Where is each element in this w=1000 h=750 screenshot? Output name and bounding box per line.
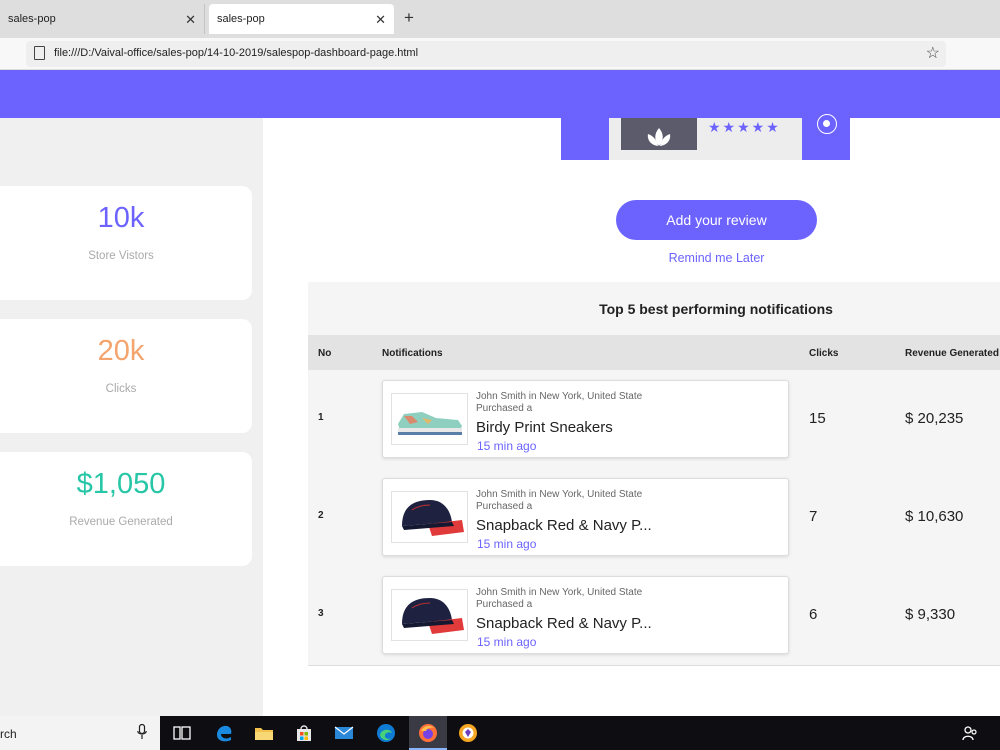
section-title: Top 5 best performing notifications (599, 301, 833, 317)
notification-product: Snapback Red & Navy P... (476, 615, 652, 632)
table-row: 3 John Smith in New York, United State P… (308, 566, 1000, 664)
header-revenue: Revenue Generated (905, 348, 999, 359)
lotus-logo-icon (621, 118, 697, 150)
tab-close-icon[interactable]: ✕ (375, 12, 386, 28)
radio-dot-icon (817, 114, 837, 134)
page-icon (34, 46, 45, 60)
notification-product: Snapback Red & Navy P... (476, 517, 652, 534)
address-bar: file:///D:/Vaival-office/sales-pop/14-10… (0, 38, 1000, 70)
tab-label: sales-pop (8, 13, 56, 25)
notification-customer: John Smith in New York, United State (476, 489, 643, 500)
remind-later-link[interactable]: Remind me Later (616, 251, 817, 265)
row-clicks: 6 (809, 606, 818, 623)
notification-card[interactable]: John Smith in New York, United State Pur… (382, 576, 789, 654)
firefox-icon[interactable] (418, 723, 438, 743)
microphone-icon[interactable] (137, 724, 147, 740)
add-review-button[interactable]: Add your review (616, 200, 817, 240)
review-illustration: ★★★★★ (561, 114, 850, 160)
stat-label: Revenue Generated (69, 516, 173, 528)
row-revenue: $ 10,630 (905, 508, 964, 525)
row-revenue: $ 9,330 (905, 606, 956, 623)
notification-product: Birdy Print Sneakers (476, 419, 613, 436)
row-number: 3 (318, 608, 324, 619)
tab-label: sales-pop (217, 13, 265, 25)
mail-icon[interactable] (334, 723, 354, 743)
edge-chromium-icon[interactable] (376, 723, 396, 743)
main-content: ★★★★★ Add your review Remind me Later To… (263, 114, 1000, 716)
store-icon[interactable] (294, 723, 314, 743)
header-clicks: Clicks (809, 348, 839, 359)
notification-time: 15 min ago (477, 439, 537, 453)
stat-card-visitors: 10k Store Vistors (0, 186, 252, 300)
header-notifications: Notifications (382, 348, 443, 359)
stat-label: Store Vistors (88, 250, 154, 262)
new-tab-button[interactable]: + (404, 8, 414, 28)
bookmark-star-icon[interactable]: ☆ (926, 43, 940, 63)
notification-time: 15 min ago (477, 635, 537, 649)
tab-sales-pop-2[interactable]: sales-pop ✕ (209, 4, 394, 34)
task-view-icon[interactable] (172, 723, 192, 743)
header-no: No (318, 348, 332, 359)
sneaker-image-icon (391, 393, 468, 445)
url-field[interactable]: file:///D:/Vaival-office/sales-pop/14-10… (26, 41, 946, 67)
row-revenue: $ 20,235 (905, 410, 964, 427)
top-notifications-section: Top 5 best performing notifications No N… (308, 282, 1000, 666)
taskbar: rch (0, 716, 1000, 750)
table-header: No Notifications Clicks Revenue Generate… (308, 335, 1000, 370)
stats-panel: 10k Store Vistors 20k Clicks $1,050 Reve… (0, 118, 263, 716)
stat-value: 20k (97, 335, 145, 367)
taskbar-search[interactable]: rch (0, 716, 160, 750)
file-explorer-icon[interactable] (254, 723, 274, 743)
stat-value: 10k (97, 202, 145, 234)
tab-close-icon[interactable]: ✕ (185, 12, 196, 28)
notification-action: Purchased a (476, 599, 533, 610)
url-text: file:///D:/Vaival-office/sales-pop/14-10… (54, 47, 419, 59)
row-clicks: 7 (809, 508, 818, 525)
people-icon[interactable] (960, 723, 980, 743)
cap-image-icon (391, 589, 468, 641)
stat-label: Clicks (105, 383, 137, 395)
edge-icon[interactable] (214, 723, 234, 743)
row-number: 1 (318, 412, 324, 423)
table-row: 1 John Smith in New York, United State P… (308, 370, 1000, 468)
taskbar-search-text: rch (0, 727, 17, 741)
stat-value: $1,050 (76, 468, 166, 500)
cap-image-icon (391, 491, 468, 543)
app-header (0, 70, 1000, 118)
brave-icon[interactable] (458, 723, 478, 743)
notification-action: Purchased a (476, 403, 533, 414)
stat-card-clicks: 20k Clicks (0, 319, 252, 433)
browser-tab-bar: sales-pop ✕ sales-pop ✕ + (0, 0, 1000, 38)
notification-card[interactable]: John Smith in New York, United State Pur… (382, 380, 789, 458)
row-number: 2 (318, 510, 324, 521)
stat-card-revenue: $1,050 Revenue Generated (0, 452, 252, 566)
table-row: 2 John Smith in New York, United State P… (308, 468, 1000, 566)
notification-customer: John Smith in New York, United State (476, 587, 643, 598)
tab-sales-pop-1[interactable]: sales-pop ✕ (0, 4, 205, 34)
notification-action: Purchased a (476, 501, 533, 512)
notification-time: 15 min ago (477, 537, 537, 551)
row-clicks: 15 (809, 410, 826, 427)
notification-card[interactable]: John Smith in New York, United State Pur… (382, 478, 789, 556)
notification-customer: John Smith in New York, United State (476, 391, 643, 402)
rating-stars-icon: ★★★★★ (708, 119, 781, 135)
